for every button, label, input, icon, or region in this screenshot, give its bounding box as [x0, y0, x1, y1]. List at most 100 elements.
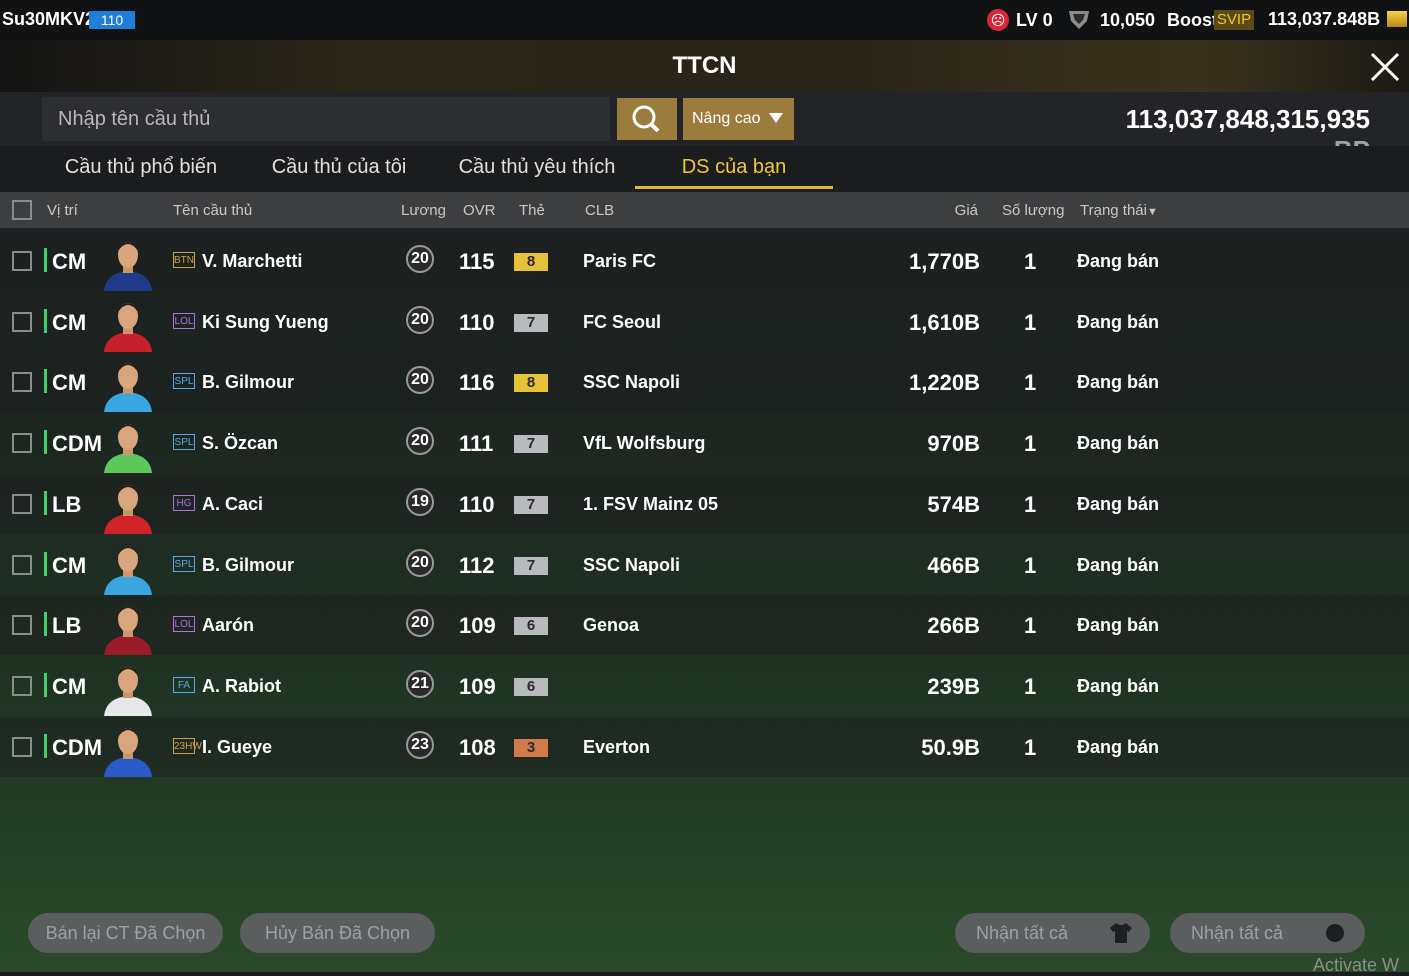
svip-badge[interactable]: SVIP — [1214, 10, 1254, 30]
player-list: CM BTN V. Marchetti 20 115 8 Paris FC 1,770B 1 Đa… — [0, 231, 1409, 777]
position-marker — [44, 308, 47, 333]
chevron-down-icon — [769, 113, 783, 123]
caret-down-icon: ▼ — [1146, 206, 1158, 218]
player-name[interactable]: Ki Sung Yueng — [202, 312, 329, 333]
bp-balance: 113,037.848B — [1268, 9, 1381, 29]
salary-badge: 20 — [406, 245, 434, 273]
row-checkbox[interactable] — [12, 554, 32, 575]
player-avatar — [104, 302, 152, 352]
row-checkbox[interactable] — [12, 493, 32, 514]
gold-bars-icon — [1387, 11, 1407, 27]
player-position: CDM — [52, 431, 103, 457]
sale-status: Đang bán — [1077, 615, 1160, 636]
tab-favorite-players[interactable]: Cầu thủ yêu thích — [440, 156, 634, 179]
close-icon[interactable] — [1368, 50, 1402, 84]
player-quantity: 1 — [1024, 613, 1037, 639]
row-checkbox[interactable] — [12, 433, 32, 454]
player-quantity: 1 — [1024, 370, 1037, 396]
player-name[interactable]: B. Gilmour — [202, 555, 294, 576]
search-button[interactable] — [617, 98, 677, 140]
boost-label[interactable]: Boost — [1167, 10, 1218, 31]
player-quantity: 1 — [1024, 249, 1037, 274]
position-marker — [44, 733, 47, 758]
upgrade-grade: 7 — [514, 435, 548, 454]
select-all-checkbox[interactable] — [12, 200, 32, 220]
table-row[interactable]: CM SPL B. Gilmour 20 112 7 SSC Napoli 466B 1 Đang… — [0, 535, 1409, 595]
row-checkbox[interactable] — [12, 251, 32, 271]
row-checkbox[interactable] — [12, 372, 32, 393]
row-checkbox[interactable] — [12, 675, 32, 696]
player-ovr: 110 — [459, 491, 495, 517]
col-status[interactable]: Trạng thái▼ — [1080, 202, 1158, 219]
player-quantity: 1 — [1024, 491, 1037, 517]
player-name[interactable]: B. Gilmour — [202, 372, 294, 393]
claim-all-coins-button[interactable]: Nhận tất cả — [1170, 913, 1365, 953]
player-avatar — [104, 606, 152, 656]
upgrade-grade: 8 — [514, 374, 548, 393]
sale-status: Đang bán — [1077, 554, 1160, 575]
player-name[interactable]: V. Marchetti — [202, 251, 302, 272]
claim-all-label: Nhận tất cả — [976, 923, 1069, 943]
table-row[interactable]: LB HG A. Caci 19 110 7 1. FSV Mainz 05 574B 1 Đan… — [0, 473, 1409, 534]
col-name: Tên cầu thủ — [173, 202, 253, 219]
upgrade-grade: 7 — [514, 556, 548, 575]
claim-all-players-button[interactable]: Nhận tất cả — [955, 913, 1150, 953]
player-name[interactable]: S. Özcan — [202, 433, 278, 454]
row-checkbox[interactable] — [12, 311, 32, 332]
advanced-filter-button[interactable]: Nâng cao — [683, 98, 794, 140]
player-name[interactable]: A. Caci — [202, 494, 263, 515]
player-position: CDM — [52, 734, 103, 760]
advanced-filter-label: Nâng cao — [692, 110, 761, 127]
player-ovr: 109 — [459, 673, 496, 699]
tab-my-players[interactable]: Cầu thủ của tôi — [248, 156, 430, 179]
season-badge: BTN — [173, 252, 195, 268]
bp-total-value: 113,037,848,315,935 — [1125, 104, 1370, 134]
tab-your-list[interactable]: DS của bạn — [635, 156, 833, 179]
player-name[interactable]: A. Rabiot — [202, 676, 281, 697]
search-input[interactable] — [42, 97, 610, 141]
player-price: 574B — [927, 491, 980, 517]
player-price: 1,220B — [909, 370, 980, 396]
season-badge: FA — [173, 676, 195, 693]
row-checkbox[interactable] — [12, 615, 32, 636]
user-name: Su30MKV2 — [2, 9, 96, 29]
col-price: Giá — [954, 202, 978, 219]
tab-popular-players[interactable]: Cầu thủ phổ biến — [40, 156, 242, 179]
player-name[interactable]: I. Gueye — [202, 737, 272, 758]
row-checkbox[interactable] — [12, 736, 32, 757]
player-ovr: 108 — [459, 734, 496, 760]
season-badge: LOL — [173, 312, 195, 329]
player-club: SSC Napoli — [583, 372, 681, 393]
table-row[interactable]: LB LOL Aarón 20 109 6 Genoa 266B 1 Đang bán — [0, 595, 1409, 656]
player-price: 1,770B — [909, 249, 980, 274]
sale-status: Đang bán — [1077, 372, 1160, 393]
player-position: LB — [52, 613, 82, 639]
season-badge: HG — [173, 494, 195, 511]
table-row[interactable]: CM FA A. Rabiot 21 109 6 239B 1 Đang bán — [0, 656, 1409, 716]
table-row[interactable]: CDM 23HW I. Gueye 23 108 3 Everton 50.9B 1 Đang b… — [0, 716, 1409, 777]
col-status-label: Trạng thái — [1080, 202, 1147, 219]
player-club: Genoa — [583, 615, 640, 636]
position-marker — [44, 612, 47, 637]
season-badge: SPL — [173, 434, 195, 451]
player-position: LB — [52, 491, 82, 517]
table-row[interactable]: CM SPL B. Gilmour 20 116 8 SSC Napoli 1,220B 1 Đa… — [0, 352, 1409, 413]
season-badge: LOL — [173, 616, 195, 633]
resell-selected-button[interactable]: Bán lại CT Đã Chọn — [28, 913, 223, 953]
player-name[interactable]: Aarón — [202, 615, 254, 636]
page-title: TTCN — [672, 52, 737, 79]
player-club: FC Seoul — [583, 311, 662, 332]
table-row[interactable]: CM LOL Ki Sung Yueng 20 110 7 FC Seoul 1,610B 1 Đ… — [0, 292, 1409, 352]
salary-badge: 21 — [406, 669, 434, 698]
table-row[interactable]: CDM SPL S. Özcan 20 111 7 VfL Wolfsburg 970B 1 Đa… — [0, 413, 1409, 474]
col-grade: Thẻ — [519, 202, 545, 219]
table-row[interactable]: CM BTN V. Marchetti 20 115 8 Paris FC 1,770B 1 Đa… — [0, 231, 1409, 291]
table-header: Vị trí Tên cầu thủ Lương OVR Thẻ CLB Giá… — [0, 192, 1409, 228]
player-quantity: 1 — [1024, 673, 1037, 699]
upgrade-grade: 8 — [514, 253, 548, 271]
player-position: CM — [52, 370, 87, 396]
player-avatar — [104, 666, 152, 716]
upgrade-grade: 6 — [514, 617, 548, 636]
cancel-selected-button[interactable]: Hủy Bán Đã Chọn — [240, 913, 435, 953]
player-avatar — [104, 424, 152, 474]
